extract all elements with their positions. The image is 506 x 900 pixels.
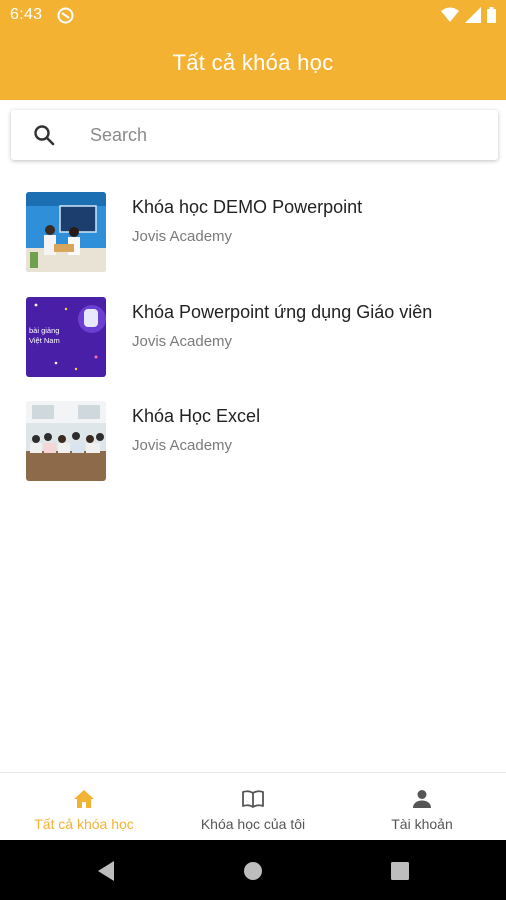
course-list: Khóa học DEMO Powerpoint Jovis Academy b…	[0, 180, 506, 494]
nav-item-account[interactable]: Tài khoản	[338, 773, 506, 841]
nav-item-all-courses[interactable]: Tất cả khóa học	[0, 773, 168, 841]
search-bar[interactable]	[11, 110, 498, 160]
bottom-nav: Tất cả khóa học Khóa học của tôi Tài kho…	[0, 772, 506, 840]
recents-icon[interactable]	[390, 860, 410, 882]
system-navigation-bar	[0, 840, 506, 900]
status-time: 6:43	[10, 6, 43, 23]
notification-icon	[57, 7, 74, 24]
course-title: Khóa Học Excel	[132, 406, 261, 426]
course-author: Jovis Academy	[132, 228, 233, 245]
course-item[interactable]: bài giảng Việt Nam Khóa Powerpoint ứng d…	[0, 285, 506, 390]
book-icon	[242, 790, 264, 808]
home-icon	[74, 790, 94, 808]
course-thumbnail	[26, 192, 106, 272]
battery-icon	[487, 7, 496, 23]
person-icon	[413, 790, 431, 808]
thumb-text-2: Việt Nam	[29, 336, 60, 345]
nav-label: Tài khoản	[391, 816, 453, 832]
course-thumbnail	[26, 401, 106, 481]
app-bar: 6:43 Tất cả khóa học	[0, 0, 506, 100]
course-author: Jovis Academy	[132, 332, 233, 350]
course-author: Jovis Academy	[132, 437, 233, 454]
search-icon	[34, 125, 55, 146]
nav-item-my-courses[interactable]: Khóa học của tôi	[169, 773, 337, 841]
course-thumbnail: bài giảng Việt Nam	[26, 296, 106, 377]
thumb-text-1: bài giảng	[29, 326, 59, 335]
course-title: Khóa Powerpoint ứng dụng Giáo viên	[132, 301, 433, 322]
status-icons	[441, 7, 496, 23]
home-button-icon[interactable]	[243, 860, 263, 882]
page-title: Tất cả khóa học	[172, 50, 334, 75]
nav-label: Tất cả khóa học	[34, 816, 134, 832]
course-title: Khóa học DEMO Powerpoint	[132, 197, 363, 217]
course-item[interactable]: Khóa học DEMO Powerpoint Jovis Academy	[0, 180, 506, 285]
signal-icon	[465, 7, 481, 23]
wifi-icon	[441, 7, 459, 22]
nav-label: Khóa học của tôi	[200, 816, 306, 832]
search-input[interactable]	[78, 110, 478, 160]
course-item[interactable]: Khóa Học Excel Jovis Academy	[0, 389, 506, 494]
status-bar: 6:43	[0, 0, 506, 32]
back-icon[interactable]	[96, 860, 116, 882]
